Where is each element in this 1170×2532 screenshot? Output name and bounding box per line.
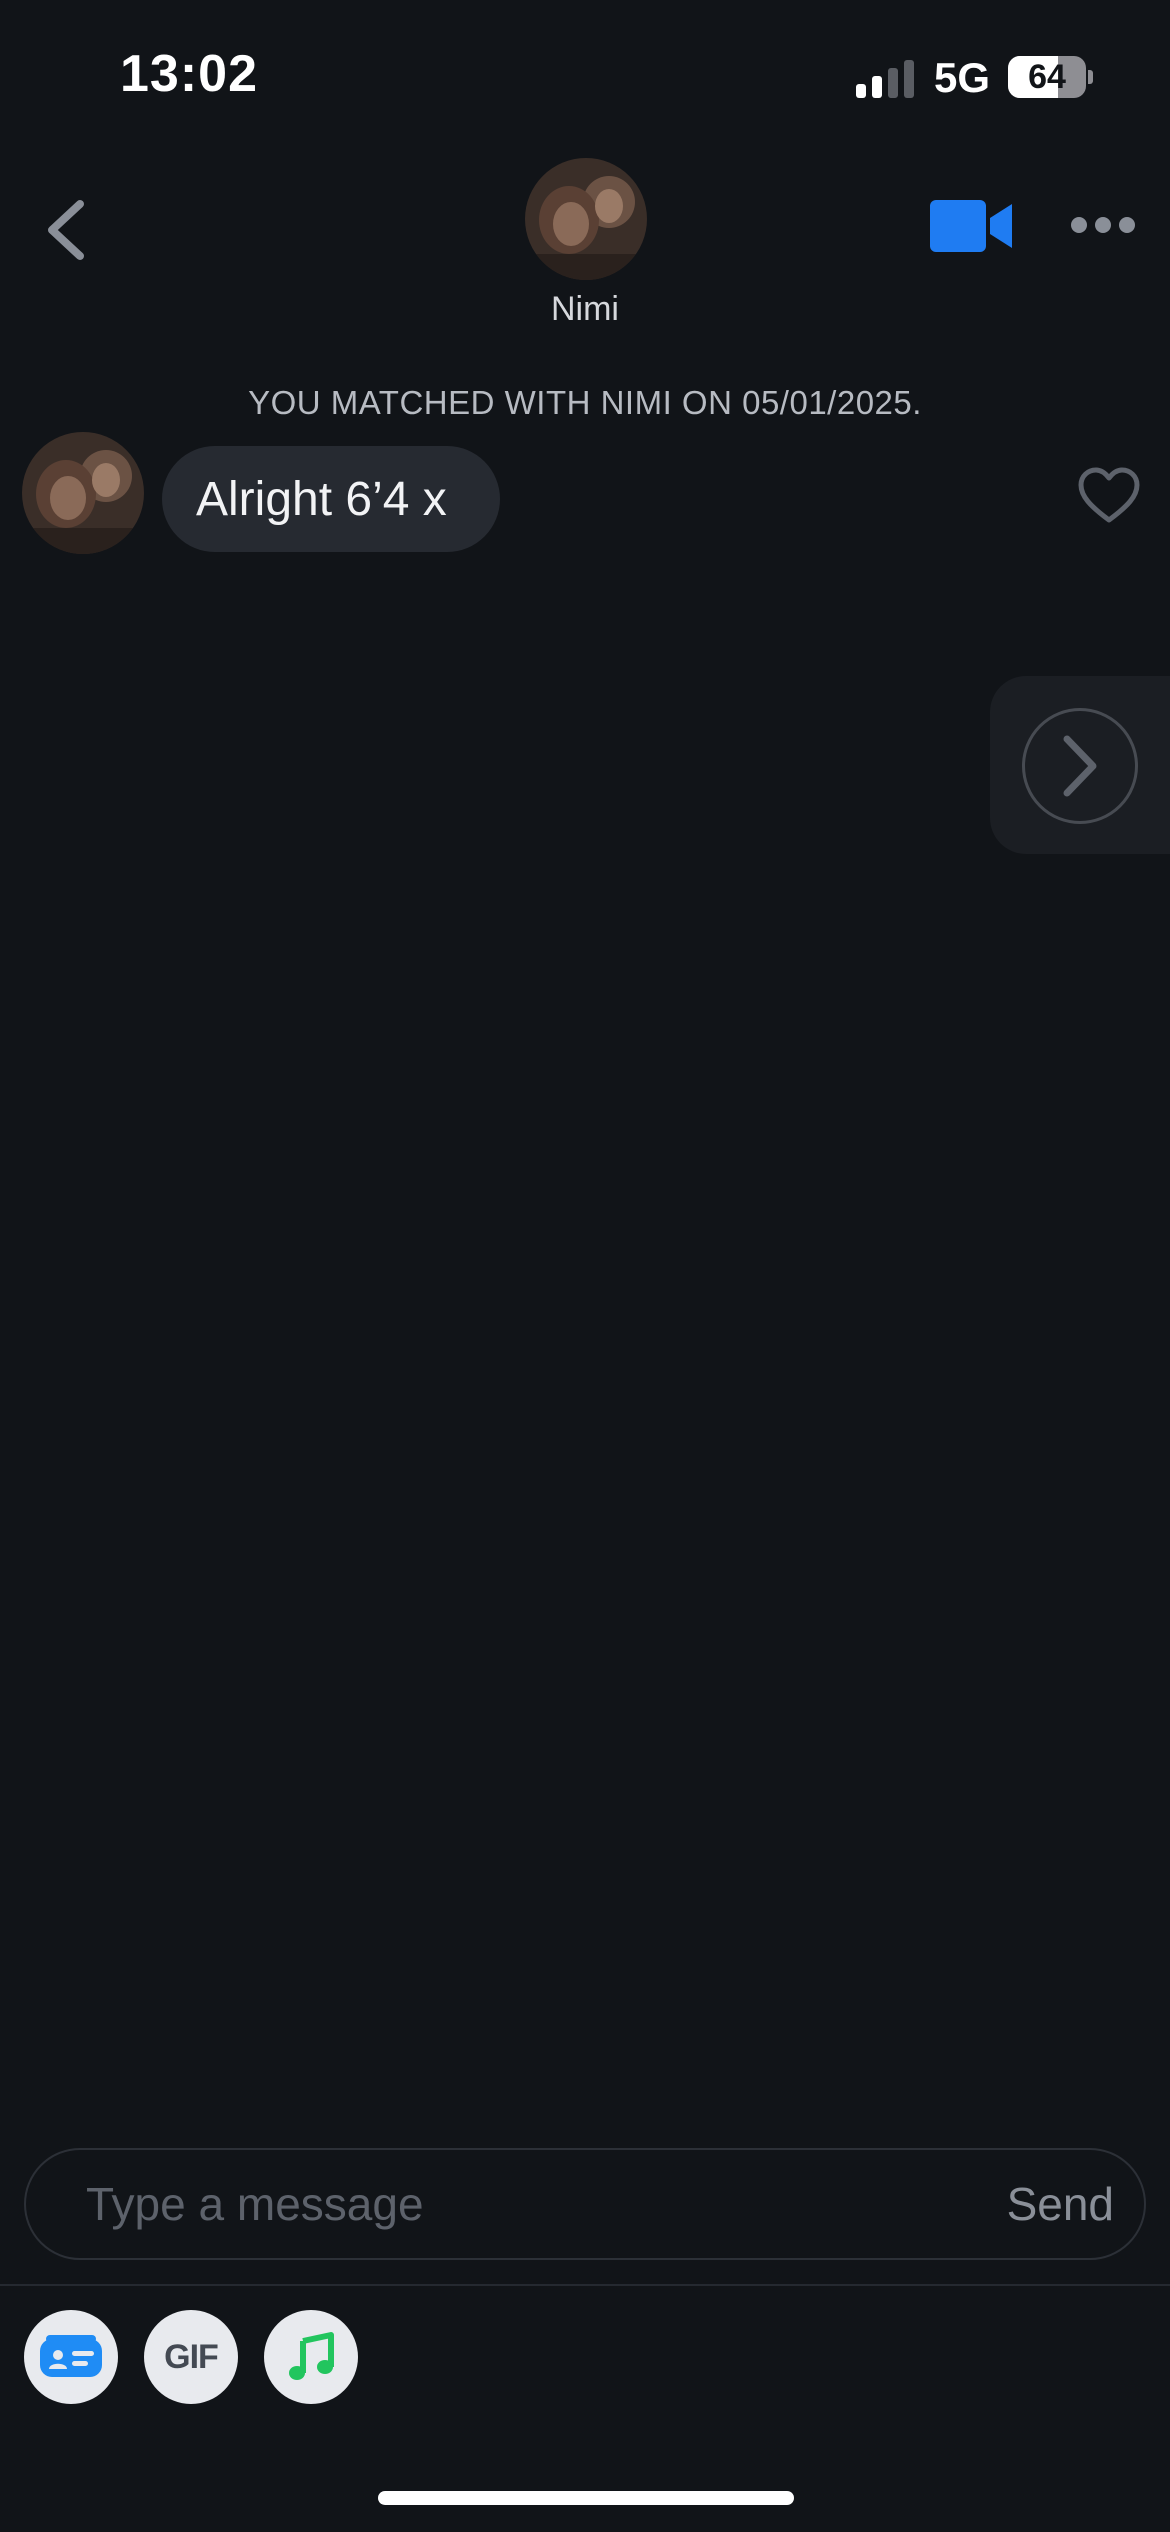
cellular-signal-icon	[856, 58, 916, 98]
message-bubble[interactable]: Alright 6’4 x	[162, 446, 500, 552]
back-button[interactable]	[36, 190, 100, 270]
contact-card-icon	[40, 2335, 102, 2377]
battery-tip	[1088, 70, 1093, 84]
profile-name[interactable]: Nimi	[435, 290, 735, 329]
music-note-icon	[289, 2332, 334, 2380]
chevron-left-icon	[48, 200, 84, 260]
like-message-button[interactable]	[1076, 466, 1142, 526]
video-call-button[interactable]	[928, 198, 1014, 254]
send-button[interactable]: Send	[1007, 2150, 1114, 2258]
avatar-photo	[525, 158, 647, 280]
divider	[0, 2284, 1170, 2286]
home-indicator[interactable]	[378, 2491, 794, 2505]
gif-label: GIF	[164, 2337, 219, 2376]
next-button[interactable]	[1022, 708, 1138, 824]
network-label: 5G	[934, 54, 991, 101]
message-composer: Send	[24, 2148, 1146, 2260]
more-horizontal-icon	[1071, 217, 1135, 233]
battery-icon: 64	[1008, 56, 1086, 98]
contact-card-button[interactable]	[24, 2310, 118, 2404]
music-button[interactable]	[264, 2310, 358, 2404]
message-avatar[interactable]	[22, 432, 144, 554]
message-input[interactable]	[86, 2150, 886, 2258]
status-time: 13:02	[120, 45, 258, 103]
more-options-button[interactable]	[1070, 210, 1136, 240]
heart-outline-icon	[1078, 467, 1140, 523]
profile-avatar[interactable]	[525, 158, 647, 280]
gif-button[interactable]: GIF	[144, 2310, 238, 2404]
status-bar: 13:02 5G 64	[0, 0, 1170, 150]
avatar-photo	[22, 432, 144, 554]
battery-level: 64	[1028, 57, 1066, 96]
chevron-right-icon	[1063, 735, 1097, 797]
video-camera-icon	[930, 200, 1012, 252]
match-notice: YOU MATCHED WITH NIMI ON 05/01/2025.	[248, 384, 922, 421]
